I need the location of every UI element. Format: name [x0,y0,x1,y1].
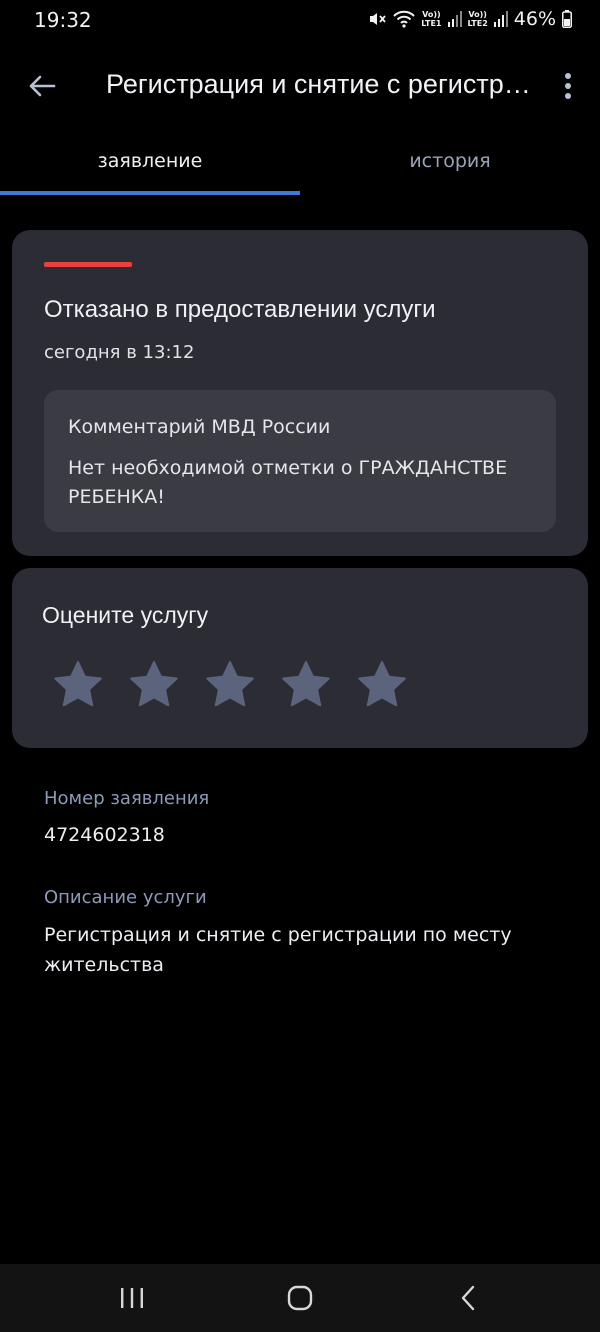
rating-card: Оцените услугу [12,568,588,748]
more-options-button[interactable] [554,68,582,104]
service-description-value: Регистрация и снятие с регистрации по ме… [44,924,512,976]
mute-icon [367,9,387,29]
star-icon [206,661,254,707]
status-title: Отказано в предоставлении услуги [44,296,436,323]
signal-icon [447,11,462,27]
star-3-button[interactable] [204,658,256,710]
battery-icon [562,10,572,28]
sim2-network-label: Vo)) LTE2 [467,10,488,28]
page-title: Регистрация и снятие с регистрации по ме… [106,69,532,99]
recent-apps-icon [121,1288,143,1308]
status-card: Отказано в предоставлении услуги сегодня… [12,230,588,556]
star-icon [54,661,102,707]
app-bar: Регистрация и снятие с регистрации по ме… [0,58,600,114]
star-1-button[interactable] [52,658,104,710]
service-description-label: Описание услуги [44,887,207,908]
status-bar: 19:32 Vo)) LTE1 Vo)) LTE2 46% [0,0,600,42]
signal-icon [493,11,508,27]
chevron-left-icon [461,1285,475,1311]
comment-box: Комментарий МВД России Нет необходимой о… [44,390,556,532]
recent-apps-button[interactable] [110,1278,154,1318]
home-button[interactable] [278,1278,322,1318]
active-tab-indicator [0,191,300,195]
star-icon [282,661,330,707]
star-5-button[interactable] [356,658,408,710]
system-back-button[interactable] [446,1278,490,1318]
tab-application[interactable]: заявление [0,132,300,192]
tab-history[interactable]: история [300,132,600,192]
status-timestamp: сегодня в 13:12 [44,342,195,363]
back-button[interactable] [24,68,60,104]
arrow-left-icon [29,75,56,97]
star-4-button[interactable] [280,658,332,710]
rating-title: Оцените услугу [42,602,209,628]
system-navigation-bar [0,1264,600,1332]
status-icons: Vo)) LTE1 Vo)) LTE2 46% [367,8,572,30]
tab-bar: заявление история [0,132,600,196]
comment-title: Комментарий МВД России [68,416,331,438]
application-number-value: 4724602318 [44,824,165,846]
star-rating [52,658,408,710]
star-2-button[interactable] [128,658,180,710]
star-icon [358,661,406,707]
status-indicator-bar [44,262,132,267]
application-number-label: Номер заявления [44,788,210,809]
battery-percent: 46% [513,8,556,30]
comment-text: Нет необходимой отметки о ГРАЖДАНСТВЕ РЕ… [68,457,508,508]
status-time: 19:32 [34,8,92,32]
home-icon [287,1285,313,1311]
wifi-icon [393,10,415,28]
star-icon [130,661,178,707]
sim1-network-label: Vo)) LTE1 [421,10,442,28]
more-vertical-icon [565,73,571,99]
